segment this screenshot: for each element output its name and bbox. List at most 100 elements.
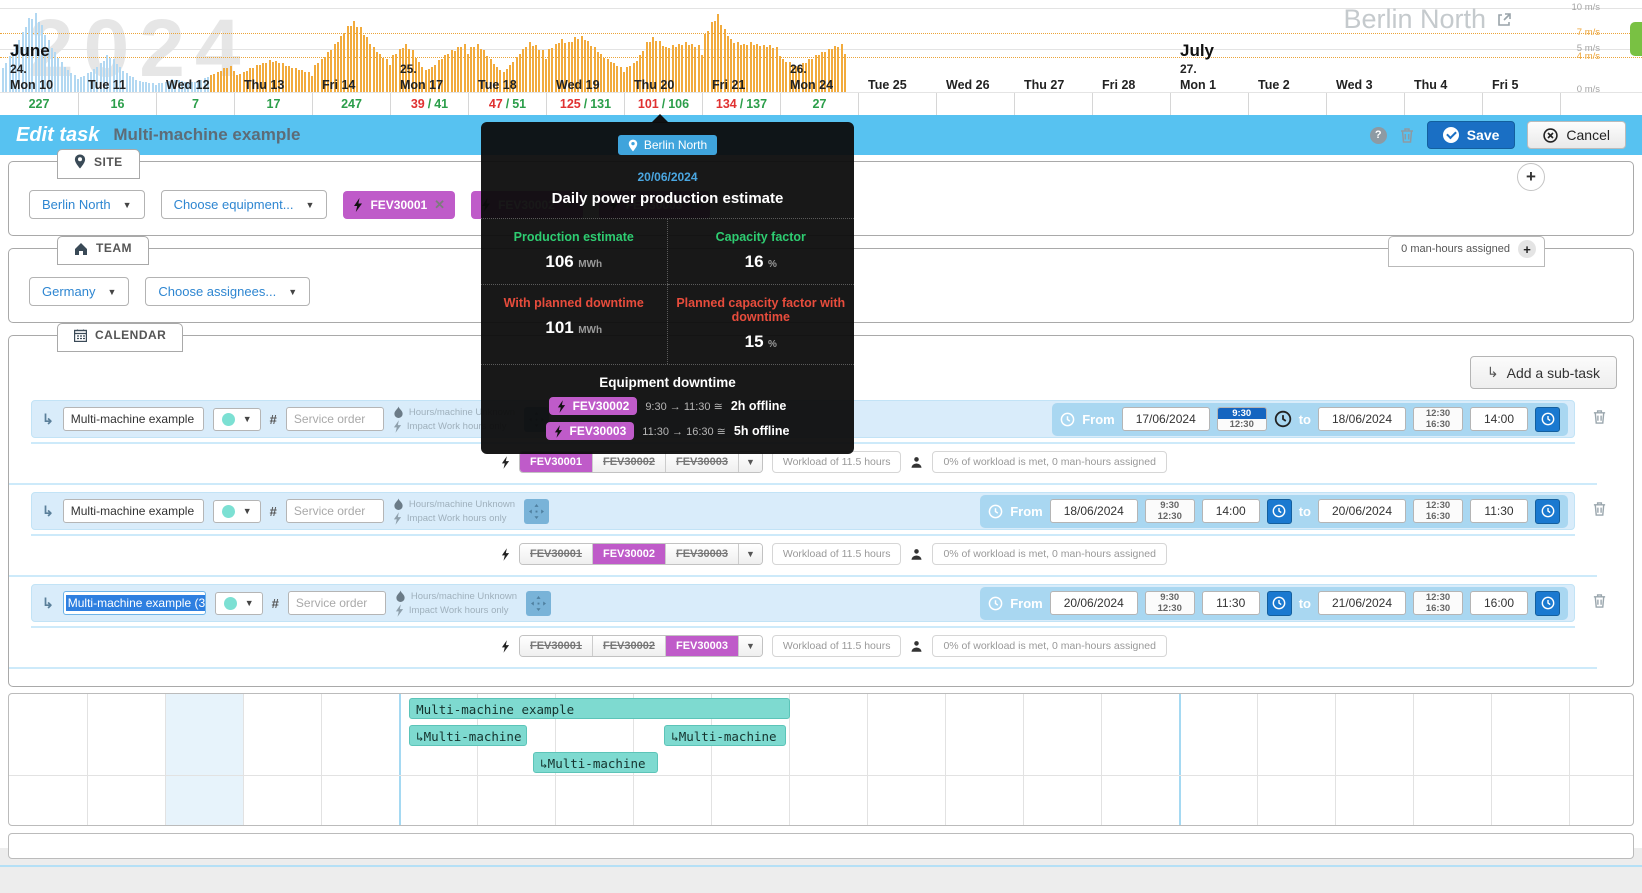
side-drawer-handle[interactable] bbox=[1630, 22, 1642, 56]
chart-day-column[interactable]: 26.Mon 24 bbox=[780, 0, 858, 93]
gantt-bar[interactable]: ↳Multi-machine bbox=[409, 725, 527, 746]
time-input[interactable] bbox=[1470, 499, 1528, 523]
time-picker-button[interactable] bbox=[1267, 499, 1292, 524]
equipment-segment[interactable]: FEV30003 bbox=[665, 544, 738, 564]
chart-day-column[interactable]: Wed 19 bbox=[546, 0, 624, 93]
delete-subtask-icon[interactable] bbox=[1592, 409, 1607, 425]
service-order-input[interactable] bbox=[286, 407, 384, 431]
equipment-segment-caret[interactable]: ▼ bbox=[738, 636, 762, 656]
service-order-input[interactable] bbox=[286, 499, 384, 523]
chart-day-column[interactable]: Fri 21 bbox=[702, 0, 780, 93]
chart-day-column[interactable]: Tue 2 bbox=[1248, 0, 1326, 93]
equipment-segment[interactable]: FEV30001 bbox=[520, 636, 592, 656]
chart-site-title[interactable]: Berlin North bbox=[1343, 4, 1512, 35]
status-color-select[interactable]: ▼ bbox=[213, 500, 261, 523]
equipment-segment[interactable]: FEV30002 bbox=[592, 636, 665, 656]
subtask-name-input[interactable] bbox=[63, 407, 204, 431]
chart-day-column[interactable]: Wed 12 bbox=[156, 0, 234, 93]
delete-subtask-icon[interactable] bbox=[1592, 501, 1607, 517]
equipment-segment-caret[interactable]: ▼ bbox=[738, 544, 762, 564]
gantt-day-column[interactable] bbox=[1569, 694, 1634, 825]
gantt-day-column[interactable] bbox=[1101, 694, 1179, 825]
gantt-day-column[interactable] bbox=[87, 694, 165, 825]
time-picker-button[interactable] bbox=[1267, 591, 1292, 616]
service-order-input[interactable] bbox=[288, 591, 386, 615]
time-input[interactable] bbox=[1470, 407, 1528, 431]
remove-tag-icon[interactable]: ✕ bbox=[434, 197, 445, 213]
chart-day-column[interactable]: June24.Mon 10 bbox=[0, 0, 78, 93]
chart-day-column[interactable]: Wed 26 bbox=[936, 0, 1014, 93]
chart-day-column[interactable]: Thu 20 bbox=[624, 0, 702, 93]
chart-day-column[interactable]: July27.Mon 1 bbox=[1170, 0, 1248, 93]
time-picker-icon[interactable] bbox=[1274, 410, 1292, 428]
time-suggestion-chip[interactable]: 12:3016:30 bbox=[1413, 407, 1463, 431]
time-suggestion-chip[interactable]: 9:3012:30 bbox=[1217, 407, 1267, 431]
gantt-day-column[interactable] bbox=[243, 694, 321, 825]
equipment-segment[interactable]: FEV30002 bbox=[592, 544, 665, 564]
time-picker-button[interactable] bbox=[1535, 499, 1560, 524]
time-picker-button[interactable] bbox=[1535, 591, 1560, 616]
from-date-input[interactable] bbox=[1122, 407, 1210, 431]
chart-day-column[interactable]: 25.Mon 17 bbox=[390, 0, 468, 93]
gantt-day-column[interactable] bbox=[867, 694, 945, 825]
status-color-select[interactable]: ▼ bbox=[213, 408, 261, 431]
from-date-input[interactable] bbox=[1050, 591, 1138, 615]
gantt-day-column[interactable] bbox=[1491, 694, 1569, 825]
time-picker-button[interactable] bbox=[1535, 407, 1560, 432]
external-link-icon[interactable] bbox=[1496, 12, 1512, 28]
equipment-segment-caret[interactable]: ▼ bbox=[738, 452, 762, 472]
time-suggestion-chip[interactable]: 12:3016:30 bbox=[1413, 499, 1463, 523]
drag-handle[interactable] bbox=[524, 499, 549, 524]
subtask-name-input[interactable] bbox=[63, 499, 204, 523]
add-subtask-button[interactable]: ↳ Add a sub-task bbox=[1470, 356, 1617, 389]
gantt-day-column[interactable] bbox=[9, 694, 87, 825]
chart-day-column[interactable]: Tue 18 bbox=[468, 0, 546, 93]
time-input[interactable] bbox=[1470, 591, 1528, 615]
gantt-day-column[interactable] bbox=[1257, 694, 1335, 825]
equipment-segment[interactable]: FEV30001 bbox=[520, 544, 592, 564]
chart-day-column[interactable]: Fri 14 bbox=[312, 0, 390, 93]
time-suggestion-chip[interactable]: 9:3012:30 bbox=[1145, 499, 1195, 523]
help-icon[interactable]: ? bbox=[1370, 127, 1387, 144]
gantt-day-column[interactable] bbox=[321, 694, 399, 825]
gantt-bar[interactable]: Multi-machine example bbox=[409, 698, 790, 719]
add-manhours-button[interactable]: + bbox=[1518, 240, 1536, 258]
site-select[interactable]: Berlin North▼ bbox=[29, 190, 145, 219]
gantt-day-column[interactable] bbox=[1179, 694, 1257, 825]
equipment-segment[interactable]: FEV30002 bbox=[592, 452, 665, 472]
tooltip-site-badge[interactable]: Berlin North bbox=[618, 135, 717, 155]
to-date-input[interactable] bbox=[1318, 591, 1406, 615]
cancel-button[interactable]: Cancel bbox=[1527, 121, 1626, 149]
to-date-input[interactable] bbox=[1318, 499, 1406, 523]
delete-subtask-icon[interactable] bbox=[1592, 593, 1607, 609]
chart-day-column[interactable]: Thu 13 bbox=[234, 0, 312, 93]
gantt-bar[interactable]: ↳Multi-machine bbox=[533, 752, 658, 773]
gantt-day-column[interactable] bbox=[789, 694, 867, 825]
gantt-bar[interactable]: ↳Multi-machine bbox=[664, 725, 786, 746]
assignees-select[interactable]: Choose assignees...▼ bbox=[145, 277, 310, 306]
equipment-segment[interactable]: FEV30003 bbox=[665, 452, 738, 472]
chart-day-column[interactable]: Tue 11 bbox=[78, 0, 156, 93]
to-date-input[interactable] bbox=[1318, 407, 1406, 431]
equipment-segment[interactable]: FEV30003 bbox=[665, 636, 738, 656]
chart-day-column[interactable]: Tue 25 bbox=[858, 0, 936, 93]
subtask-name-input[interactable]: Multi-machine example (3) bbox=[63, 591, 206, 615]
gantt-day-column[interactable] bbox=[1413, 694, 1491, 825]
status-color-select[interactable]: ▼ bbox=[215, 592, 263, 615]
save-button[interactable]: Save bbox=[1427, 121, 1516, 149]
chart-day-column[interactable]: Fri 28 bbox=[1092, 0, 1170, 93]
gantt-day-column[interactable] bbox=[945, 694, 1023, 825]
equipment-segment[interactable]: FEV30001 bbox=[520, 452, 592, 472]
delete-task-icon[interactable] bbox=[1399, 127, 1415, 144]
from-date-input[interactable] bbox=[1050, 499, 1138, 523]
time-input[interactable] bbox=[1202, 591, 1260, 615]
time-suggestion-chip[interactable]: 12:3016:30 bbox=[1413, 591, 1463, 615]
gantt-day-column[interactable] bbox=[1335, 694, 1413, 825]
equipment-select[interactable]: Choose equipment...▼ bbox=[161, 190, 328, 219]
gantt-day-column[interactable] bbox=[1023, 694, 1101, 825]
equipment-tag[interactable]: FEV30001✕ bbox=[343, 191, 455, 219]
time-suggestion-chip[interactable]: 9:3012:30 bbox=[1145, 591, 1195, 615]
drag-handle[interactable] bbox=[526, 591, 551, 616]
chart-day-column[interactable]: Thu 27 bbox=[1014, 0, 1092, 93]
gantt-today-column[interactable] bbox=[165, 694, 243, 825]
